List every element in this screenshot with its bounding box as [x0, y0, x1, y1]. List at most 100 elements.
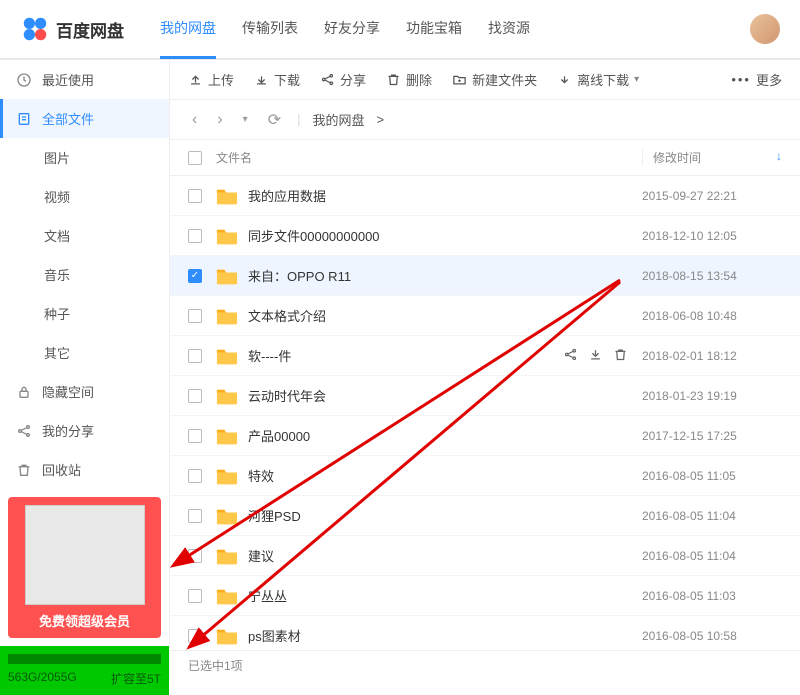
offline-button[interactable]: 离线下载 ▾	[557, 70, 639, 89]
sidebar-item-1[interactable]: 全部文件	[0, 99, 169, 138]
share-icon	[16, 423, 32, 439]
row-checkbox[interactable]	[188, 629, 202, 643]
sidebar-item-4[interactable]: 文档	[0, 216, 169, 255]
row-checkbox[interactable]	[188, 269, 202, 283]
file-date: 2015-09-27 22:21	[642, 189, 782, 203]
folder-icon	[216, 467, 238, 485]
avatar[interactable]	[750, 14, 780, 44]
row-checkbox[interactable]	[188, 309, 202, 323]
row-checkbox[interactable]	[188, 589, 202, 603]
file-date: 2018-01-23 19:19	[642, 389, 782, 403]
sidebar-item-3[interactable]: 视频	[0, 177, 169, 216]
sidebar-item-label: 视频	[44, 187, 70, 206]
row-delete-icon[interactable]	[613, 347, 628, 365]
sidebar-item-5[interactable]: 音乐	[0, 255, 169, 294]
folder-icon	[216, 507, 238, 525]
delete-button[interactable]: 删除	[386, 70, 432, 89]
col-name-header[interactable]: 文件名	[216, 149, 642, 166]
share-button[interactable]: 分享	[320, 70, 366, 89]
sort-arrow-icon[interactable]: ↓	[776, 149, 782, 166]
nav-back[interactable]: ‹	[188, 111, 201, 129]
file-date: 2016-08-05 11:03	[642, 589, 782, 603]
file-row[interactable]: 建议2016-08-05 11:04	[170, 536, 800, 576]
trash-icon	[16, 462, 32, 478]
row-checkbox[interactable]	[188, 349, 202, 363]
file-row[interactable]: ps图素材2016-08-05 10:58	[170, 616, 800, 650]
row-checkbox[interactable]	[188, 549, 202, 563]
sidebar-item-8[interactable]: 隐藏空间	[0, 372, 169, 411]
row-checkbox[interactable]	[188, 229, 202, 243]
sidebar-item-7[interactable]: 其它	[0, 333, 169, 372]
tab-4[interactable]: 找资源	[488, 0, 530, 59]
storage-bar[interactable]: 563G/2055G 扩容至5T	[0, 646, 169, 695]
file-row[interactable]: 来自：OPPO R112018-08-15 13:54	[170, 256, 800, 296]
file-name: 宁丛丛	[248, 586, 642, 605]
file-date: 2018-06-08 10:48	[642, 309, 782, 323]
sidebar-item-label: 其它	[44, 343, 70, 362]
sidebar-item-10[interactable]: 回收站	[0, 450, 169, 489]
sidebar-item-0[interactable]: 最近使用	[0, 60, 169, 99]
sidebar-item-label: 音乐	[44, 265, 70, 284]
download-button[interactable]: 下载	[254, 70, 300, 89]
tab-0[interactable]: 我的网盘	[160, 0, 216, 59]
storage-used: 563G/2055G	[8, 670, 77, 687]
file-row[interactable]: 宁丛丛2016-08-05 11:03	[170, 576, 800, 616]
promo-card[interactable]: 免费领超级会员	[8, 497, 161, 638]
row-checkbox[interactable]	[188, 469, 202, 483]
file-row[interactable]: 云动时代年会2018-01-23 19:19	[170, 376, 800, 416]
file-name: 同步文件00000000000	[248, 226, 642, 245]
tab-2[interactable]: 好友分享	[324, 0, 380, 59]
row-checkbox[interactable]	[188, 509, 202, 523]
nav-dropdown[interactable]: ▾	[239, 114, 252, 125]
upload-button[interactable]: 上传	[188, 70, 234, 89]
newfolder-button[interactable]: 新建文件夹	[452, 70, 537, 89]
file-date: 2018-02-01 18:12	[642, 349, 782, 363]
sidebar-item-2[interactable]: 图片	[0, 138, 169, 177]
file-row[interactable]: 河狸PSD2016-08-05 11:04	[170, 496, 800, 536]
promo-text: 免费领超级会员	[16, 611, 153, 630]
file-name: ps图素材	[248, 626, 642, 645]
sidebar-item-label: 图片	[44, 148, 70, 167]
app-logo[interactable]: 百度网盘	[20, 14, 124, 44]
files-icon	[16, 111, 32, 127]
file-name: 河狸PSD	[248, 506, 642, 525]
storage-progress	[8, 654, 161, 664]
col-date-header[interactable]: 修改时间	[653, 149, 701, 166]
folder-icon	[216, 627, 238, 645]
breadcrumb-root[interactable]: 我的网盘	[312, 110, 364, 129]
file-date: 2016-08-05 10:58	[642, 629, 782, 643]
tab-1[interactable]: 传输列表	[242, 0, 298, 59]
nav-forward[interactable]: ›	[213, 111, 226, 129]
sidebar-item-6[interactable]: 种子	[0, 294, 169, 333]
file-row[interactable]: 产品000002017-12-15 17:25	[170, 416, 800, 456]
sidebar-item-label: 回收站	[42, 460, 81, 479]
storage-expand[interactable]: 扩容至5T	[111, 670, 161, 687]
more-button[interactable]: ••• 更多	[731, 70, 782, 89]
logo-icon	[20, 14, 50, 44]
promo-image	[25, 505, 145, 605]
select-all-checkbox[interactable]	[188, 151, 202, 165]
row-share-icon[interactable]	[563, 347, 578, 365]
file-row[interactable]: 文本格式介绍2018-06-08 10:48	[170, 296, 800, 336]
file-row[interactable]: 同步文件000000000002018-12-10 12:05	[170, 216, 800, 256]
row-checkbox[interactable]	[188, 189, 202, 203]
row-checkbox[interactable]	[188, 429, 202, 443]
file-name: 建议	[248, 546, 642, 565]
sidebar-item-9[interactable]: 我的分享	[0, 411, 169, 450]
file-row[interactable]: 特效2016-08-05 11:05	[170, 456, 800, 496]
sidebar-item-label: 隐藏空间	[42, 382, 94, 401]
file-row[interactable]: 我的应用数据2015-09-27 22:21	[170, 176, 800, 216]
sidebar-item-label: 最近使用	[42, 70, 94, 89]
folder-icon	[216, 547, 238, 565]
folder-icon	[216, 307, 238, 325]
row-checkbox[interactable]	[188, 389, 202, 403]
clock-icon	[16, 72, 32, 88]
file-date: 2016-08-05 11:04	[642, 509, 782, 523]
file-name: 软----件	[248, 346, 563, 365]
folder-icon	[216, 347, 238, 365]
row-download-icon[interactable]	[588, 347, 603, 365]
tab-3[interactable]: 功能宝箱	[406, 0, 462, 59]
file-row[interactable]: 软----件 2018-02-01 18:12	[170, 336, 800, 376]
folder-icon	[216, 387, 238, 405]
nav-refresh[interactable]: ⟳	[264, 110, 285, 130]
